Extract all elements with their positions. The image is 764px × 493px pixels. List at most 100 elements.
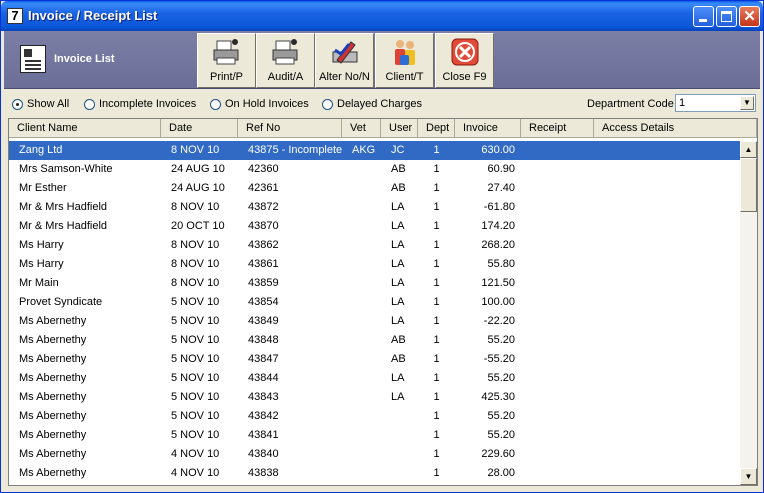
- maximize-button[interactable]: [716, 6, 737, 27]
- audit-button-label: Audit/A: [267, 71, 304, 83]
- cell-receipt: [521, 369, 594, 388]
- column-header-ref-no[interactable]: Ref No: [238, 119, 342, 138]
- cell-user: LA: [391, 391, 405, 403]
- cell-vet: [342, 464, 381, 483]
- cell-invoice: 55.20: [487, 429, 515, 441]
- cell-receipt: [521, 407, 594, 426]
- cell-user: LA: [391, 258, 405, 270]
- cell-dept: 1: [433, 448, 440, 460]
- table-row[interactable]: Ms Abernethy 5 NOV 10 43847 AB 1 -55.20: [9, 350, 740, 369]
- table-row[interactable]: Ms Abernethy 5 NOV 10 43843 LA 1 425.30: [9, 388, 740, 407]
- radio-show-all[interactable]: Show All: [12, 98, 69, 110]
- cell-ref-no: 43872: [248, 201, 279, 213]
- table-row[interactable]: Ms Abernethy 4 NOV 10 43840 1 229.60: [9, 445, 740, 464]
- alter-number-button[interactable]: Alter No/N: [315, 33, 374, 88]
- column-header-user[interactable]: User: [381, 119, 418, 138]
- cell-client-name: Ms Harry: [19, 258, 64, 270]
- audit-button[interactable]: Audit/A: [256, 33, 315, 88]
- cell-client-name: Mr & Mrs Hadfield: [19, 201, 108, 213]
- table-row[interactable]: Ms Abernethy 5 NOV 10 43841 1 55.20: [9, 426, 740, 445]
- table-row[interactable]: Mr & Mrs Hadfield 8 NOV 10 43872 LA 1 -61.80: [9, 198, 740, 217]
- radio-indicator[interactable]: [210, 98, 221, 110]
- cell-vet: [342, 350, 381, 369]
- cell-invoice: 55.20: [487, 372, 515, 384]
- cell-invoice: 60.90: [487, 163, 515, 175]
- department-code-select[interactable]: 1 ▼: [675, 94, 756, 112]
- table-row[interactable]: Ms Abernethy 4 NOV 10 43838 1 28.00: [9, 464, 740, 483]
- cell-access-details: [594, 179, 740, 198]
- cell-dept: 1: [433, 353, 440, 365]
- vertical-scrollbar[interactable]: ▲ ▼: [740, 141, 757, 485]
- radio-incomplete-label: Incomplete Invoices: [99, 98, 197, 110]
- client-button[interactable]: Client/T: [375, 33, 434, 88]
- radio-indicator[interactable]: [84, 98, 95, 110]
- radio-on-hold-invoices[interactable]: On Hold Invoices: [210, 98, 309, 110]
- list-title-label: Invoice List: [54, 53, 115, 65]
- cell-ref-no: 43842: [248, 410, 279, 422]
- cell-client-name: Ms Abernethy: [19, 353, 87, 365]
- cell-user: AB: [391, 353, 406, 365]
- table-row[interactable]: Mr & Mrs Hadfield 20 OCT 10 43870 LA 1 174.20: [9, 217, 740, 236]
- radio-indicator[interactable]: [322, 98, 333, 110]
- column-header-access-details[interactable]: Access Details: [594, 119, 757, 138]
- scroll-down-arrow-icon[interactable]: ▼: [740, 468, 757, 485]
- cell-receipt: [521, 236, 594, 255]
- cell-dept: 1: [433, 239, 440, 251]
- app-icon[interactable]: 7: [7, 8, 23, 24]
- chevron-down-icon[interactable]: ▼: [740, 96, 754, 110]
- table-row[interactable]: Ms Harry 8 NOV 10 43862 LA 1 268.20: [9, 236, 740, 255]
- cell-invoice: -22.20: [483, 315, 515, 327]
- table-row[interactable]: Mrs Samson-White 24 AUG 10 42360 AB 1 60.90: [9, 160, 740, 179]
- cell-date: 5 NOV 10: [171, 391, 220, 403]
- cell-vet: [342, 331, 381, 350]
- cell-receipt: [521, 293, 594, 312]
- minimize-button[interactable]: [693, 6, 714, 27]
- column-header-dept[interactable]: Dept: [418, 119, 455, 138]
- grid-header: Client Name Date Ref No Vet User Dept Invoice R…: [9, 119, 757, 138]
- table-row[interactable]: Mr Main 8 NOV 10 43859 LA 1 121.50: [9, 274, 740, 293]
- table-row[interactable]: Zang Ltd 8 NOV 10 43875 - Incomplete AKG JC 1…: [9, 141, 740, 160]
- radio-delayed-charges[interactable]: Delayed Charges: [322, 98, 422, 110]
- close-x-icon: ✕: [743, 8, 756, 25]
- clients-icon: [394, 40, 415, 65]
- column-header-date[interactable]: Date: [161, 119, 238, 138]
- table-row[interactable]: Ms Abernethy 5 NOV 10 43848 AB 1 55.20: [9, 331, 740, 350]
- title-bar[interactable]: 7 Invoice / Receipt List ✕: [1, 1, 763, 31]
- column-header-invoice[interactable]: Invoice: [455, 119, 521, 138]
- cell-user: AB: [391, 334, 406, 346]
- close-button[interactable]: Close F9: [435, 33, 494, 88]
- cell-vet: AKG: [352, 144, 376, 156]
- scroll-up-arrow-icon[interactable]: ▲: [740, 141, 757, 158]
- table-row[interactable]: Ms Abernethy 5 NOV 10 43844 LA 1 55.20: [9, 369, 740, 388]
- audit-printer-icon: [272, 39, 297, 65]
- cell-receipt: [521, 160, 594, 179]
- table-row[interactable]: Mr Esther 24 AUG 10 42361 AB 1 27.40: [9, 179, 740, 198]
- cell-vet: [342, 274, 381, 293]
- cell-receipt: [521, 217, 594, 236]
- column-header-client-name[interactable]: Client Name: [9, 119, 161, 138]
- table-row[interactable]: Ms Abernethy 5 NOV 10 43849 LA 1 -22.20: [9, 312, 740, 331]
- alter-button-label: Alter No/N: [319, 71, 370, 83]
- cell-ref-no: 43844: [248, 372, 279, 384]
- radio-indicator[interactable]: [12, 98, 23, 110]
- window-close-button[interactable]: ✕: [739, 6, 760, 27]
- table-row[interactable]: Ms Harry 8 NOV 10 43861 LA 1 55.80: [9, 255, 740, 274]
- cell-receipt: [521, 198, 594, 217]
- radio-incomplete-invoices[interactable]: Incomplete Invoices: [84, 98, 196, 110]
- cell-dept: 1: [433, 391, 440, 403]
- cell-user: [381, 407, 418, 426]
- cell-invoice: 55.80: [487, 258, 515, 270]
- print-button[interactable]: Print/P: [197, 33, 256, 88]
- column-header-vet[interactable]: Vet: [342, 119, 381, 138]
- cell-receipt: [521, 445, 594, 464]
- table-row[interactable]: Ms Abernethy 5 NOV 10 43842 1 55.20: [9, 407, 740, 426]
- cell-user: [381, 426, 418, 445]
- table-row[interactable]: Provet Syndicate 5 NOV 10 43854 LA 1 100.00: [9, 293, 740, 312]
- cell-ref-no: 43838: [248, 467, 279, 479]
- cell-receipt: [521, 350, 594, 369]
- printer-icon: [213, 39, 238, 65]
- column-header-receipt[interactable]: Receipt: [521, 119, 594, 138]
- cell-access-details: [594, 350, 740, 369]
- cell-access-details: [594, 255, 740, 274]
- scroll-thumb[interactable]: [740, 158, 757, 212]
